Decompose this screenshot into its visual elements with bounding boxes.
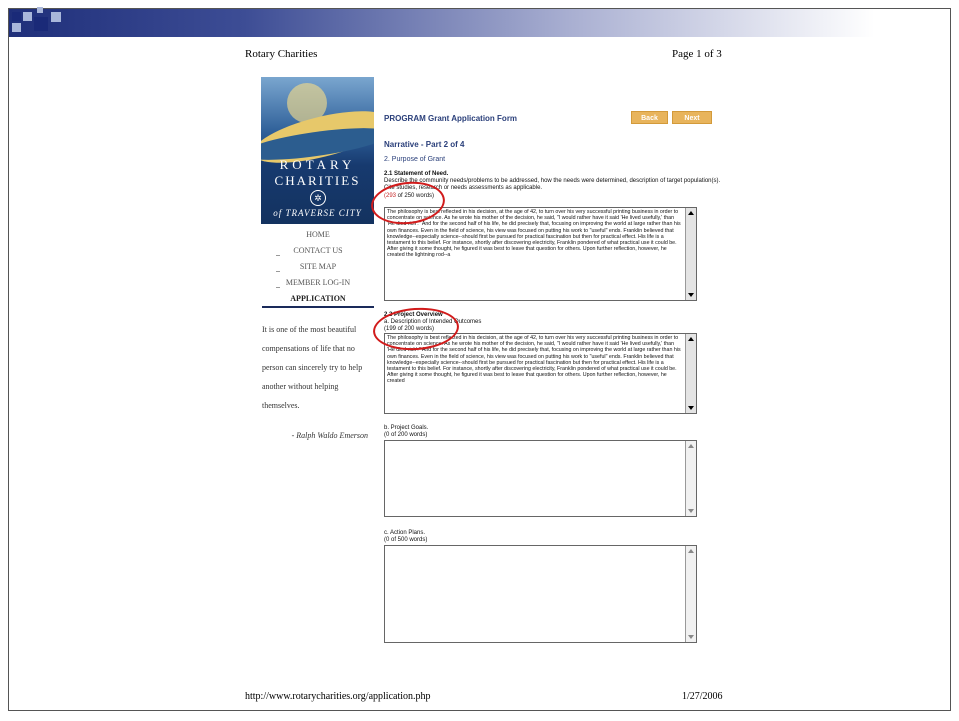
back-button[interactable]: Back — [631, 111, 668, 124]
sidebar-nav: HOME CONTACT US SITE MAP MEMBER LOG-IN A… — [262, 227, 374, 307]
logo-line-2: CHARITIES — [274, 173, 361, 188]
nav-home[interactable]: HOME — [262, 227, 374, 243]
textarea-scrollbar[interactable] — [685, 208, 696, 300]
section-title: Narrative - Part 2 of 4 — [384, 140, 465, 149]
nav-login-label: MEMBER LOG-IN — [285, 278, 351, 287]
quote-author: - Ralph Waldo Emerson — [291, 431, 368, 440]
nav-member-login[interactable]: MEMBER LOG-IN — [262, 275, 374, 291]
decor-square — [12, 23, 21, 32]
decor-square — [37, 7, 43, 13]
decor-square — [12, 12, 21, 21]
print-footer-date: 1/27/2006 — [682, 691, 723, 702]
nav-sitemap-label: SITE MAP — [299, 262, 337, 271]
project-goals-label: b. Project Goals. — [384, 425, 429, 431]
textarea-scrollbar[interactable] — [685, 546, 696, 642]
scroll-up-arrow-icon[interactable] — [688, 549, 694, 553]
nav-home-label: HOME — [306, 230, 330, 239]
scroll-up-arrow-icon[interactable] — [688, 337, 694, 341]
scroll-down-arrow-icon[interactable] — [688, 406, 694, 410]
rotary-charities-logo[interactable]: ROTARY CHARITIES ✲ of TRAVERSE CITY — [261, 77, 374, 224]
nav-contact-us[interactable]: CONTACT US — [262, 243, 374, 259]
sidebar-divider — [262, 306, 374, 308]
project-goals-word-count: (0 of 200 words) — [384, 432, 428, 438]
scroll-down-arrow-icon[interactable] — [688, 635, 694, 639]
scroll-up-arrow-icon[interactable] — [688, 211, 694, 215]
nav-dash — [276, 271, 280, 272]
subsection-title: 2. Purpose of Grant — [384, 156, 446, 163]
scroll-down-arrow-icon[interactable] — [688, 509, 694, 513]
nav-application[interactable]: APPLICATION — [262, 291, 374, 307]
logo-line-3: of TRAVERSE CITY — [273, 208, 362, 218]
scroll-down-arrow-icon[interactable] — [688, 293, 694, 297]
slide-header-bar — [9, 7, 950, 37]
print-header-page: Page 1 of 3 — [672, 48, 722, 60]
action-plans-label: c. Action Plans. — [384, 530, 426, 536]
textarea-scrollbar[interactable] — [685, 334, 696, 413]
statement-of-need-textarea[interactable]: The philosophy is best reflected in his … — [384, 207, 697, 301]
decor-square — [51, 12, 61, 22]
textarea-scrollbar[interactable] — [685, 441, 696, 516]
action-plans-word-count: (0 of 500 words) — [384, 537, 428, 543]
nav-site-map[interactable]: SITE MAP — [262, 259, 374, 275]
rotary-wheel-icon: ✲ — [310, 190, 326, 206]
scroll-up-arrow-icon[interactable] — [688, 444, 694, 448]
sidebar-quote: It is one of the most beautiful compensa… — [262, 325, 363, 410]
nav-dash — [276, 287, 280, 288]
print-footer-url: http://www.rotarycharities.org/applicati… — [245, 691, 431, 702]
nav-contact-label: CONTACT US — [293, 246, 343, 255]
nav-application-label: APPLICATION — [290, 294, 346, 303]
decor-square — [23, 12, 32, 21]
nav-dash — [276, 255, 280, 256]
form-title: PROGRAM Grant Application Form — [384, 114, 518, 123]
logo-line-1: ROTARY — [279, 157, 356, 172]
project-goals-textarea[interactable] — [384, 440, 697, 517]
decor-square — [34, 17, 48, 31]
next-button[interactable]: Next — [672, 111, 712, 124]
print-header-site: Rotary Charities — [245, 48, 318, 60]
statement-of-need-heading: 2.1 Statement of Need. — [384, 171, 449, 177]
action-plans-textarea[interactable] — [384, 545, 697, 643]
header-gradient — [9, 9, 950, 37]
